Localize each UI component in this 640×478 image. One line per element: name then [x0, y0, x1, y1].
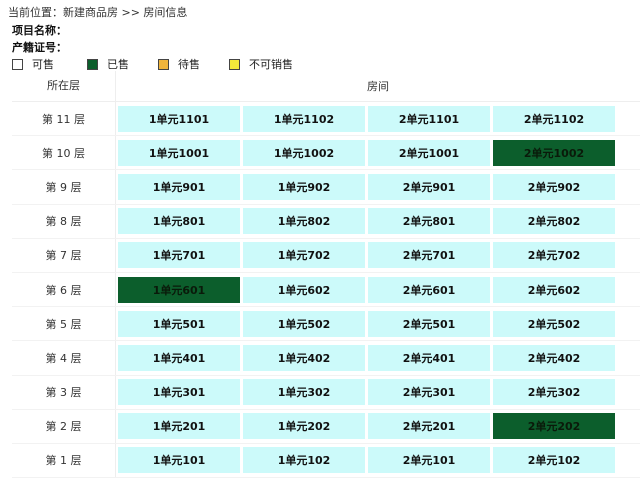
room-cell[interactable]: 2单元702: [493, 242, 615, 269]
room-cell[interactable]: 2单元601: [368, 276, 490, 303]
room-cell[interactable]: 1单元801: [118, 208, 240, 235]
room-cell[interactable]: 1单元502: [243, 310, 365, 337]
floor-label: 第 9 层: [12, 170, 116, 204]
room-cell[interactable]: 1单元301: [118, 379, 240, 406]
room-cell[interactable]: 2单元101: [368, 447, 490, 474]
room-cells: 1单元501 1单元502 2单元501 2单元502: [116, 310, 618, 337]
legend-swatch-pending: [158, 58, 169, 70]
room-cells: 1单元1001 1单元1002 2单元1001 2单元1002: [116, 139, 618, 166]
room-cells: 1单元901 1单元902 2单元901 2单元902: [116, 173, 618, 200]
room-cell[interactable]: 1单元401: [118, 344, 240, 371]
room-cell[interactable]: 2单元1102: [493, 105, 615, 132]
room-cell[interactable]: 2单元302: [493, 379, 615, 406]
floor-row: 第 7 层 1单元701 1单元702 2单元701 2单元702: [12, 238, 640, 273]
room-cell[interactable]: 1单元201: [118, 413, 240, 440]
room-cell[interactable]: 1单元602: [243, 276, 365, 303]
floor-label: 第 4 层: [12, 341, 116, 375]
floor-row: 第 4 层 1单元401 1单元402 2单元401 2单元402: [12, 341, 640, 376]
floor-row: 第 6 层 1单元601 1单元602 2单元601 2单元602: [12, 272, 640, 308]
room-cell[interactable]: 2单元801: [368, 208, 490, 235]
room-cell[interactable]: 1单元702: [243, 242, 365, 269]
room-cell[interactable]: 2单元402: [493, 344, 615, 371]
room-cell[interactable]: 1单元701: [118, 242, 240, 269]
room-cell[interactable]: 1单元901: [118, 173, 240, 200]
floor-row: 第 11 层 1单元1101 1单元1102 2单元1101 2单元1102: [12, 102, 640, 137]
room-cell[interactable]: 1单元501: [118, 310, 240, 337]
legend-label-pending: 待售: [178, 58, 200, 71]
room-cell[interactable]: 1单元202: [243, 413, 365, 440]
floor-label: 第 1 层: [12, 443, 116, 478]
room-cell[interactable]: 2单元1002: [493, 139, 615, 166]
floor-row: 第 1 层 1单元101 1单元102 2单元101 2单元102: [12, 443, 640, 478]
room-cell[interactable]: 2单元1101: [368, 105, 490, 132]
room-cell[interactable]: 1单元102: [243, 447, 365, 474]
room-cell[interactable]: 1单元802: [243, 208, 365, 235]
room-cell[interactable]: 1单元601: [118, 276, 240, 303]
legend-label-unsaleable: 不可销售: [249, 58, 293, 71]
room-cell[interactable]: 2单元501: [368, 310, 490, 337]
room-cell[interactable]: 1单元1002: [243, 139, 365, 166]
floor-label: 第 7 层: [12, 238, 116, 272]
room-cell[interactable]: 2单元202: [493, 413, 615, 440]
status-legend: 可售 已售 待售 不可销售: [12, 56, 293, 72]
room-cells: 1单元601 1单元602 2单元601 2单元602: [116, 276, 618, 303]
breadcrumb: 当前位置：新建商品房 >> 房间信息: [8, 6, 188, 19]
floor-label: 第 3 层: [12, 375, 116, 409]
room-cell[interactable]: 2单元401: [368, 344, 490, 371]
room-cells: 1单元101 1单元102 2单元101 2单元102: [116, 447, 618, 474]
floor-label: 第 5 层: [12, 307, 116, 341]
floor-label: 第 2 层: [12, 409, 116, 443]
floor-label: 第 11 层: [12, 102, 116, 136]
floor-row: 第 8 层 1单元801 1单元802 2单元801 2单元802: [12, 204, 640, 239]
room-cell[interactable]: 1单元1102: [243, 105, 365, 132]
room-cells: 1单元401 1单元402 2单元401 2单元402: [116, 344, 618, 371]
project-name-label: 项目名称：: [12, 24, 67, 37]
floor-row: 第 3 层 1单元301 1单元302 2单元301 2单元302: [12, 375, 640, 410]
legend-swatch-sold: [87, 58, 98, 70]
room-cell[interactable]: 2单元802: [493, 208, 615, 235]
room-cell[interactable]: 1单元101: [118, 447, 240, 474]
room-cell[interactable]: 2单元502: [493, 310, 615, 337]
room-cell[interactable]: 1单元1001: [118, 139, 240, 166]
floor-row: 第 5 层 1单元501 1单元502 2单元501 2单元502: [12, 307, 640, 342]
room-cell[interactable]: 2单元201: [368, 413, 490, 440]
legend-swatch-available: [12, 58, 23, 70]
room-cell[interactable]: 1单元1101: [118, 105, 240, 132]
room-cell[interactable]: 1单元302: [243, 379, 365, 406]
floor-row: 第 2 层 1单元201 1单元202 2单元201 2单元202: [12, 409, 640, 444]
legend-label-available: 可售: [32, 58, 54, 71]
legend-swatch-unsaleable: [229, 58, 240, 70]
room-cell[interactable]: 2单元701: [368, 242, 490, 269]
legend-item-available: 可售: [12, 56, 87, 72]
room-table: 所在层 房间 第 11 层 1单元1101 1单元1102 2单元1101 2单元110…: [12, 71, 640, 478]
room-cells: 1单元201 1单元202 2单元201 2单元202: [116, 413, 618, 440]
floor-label: 第 8 层: [12, 204, 116, 238]
room-cell[interactable]: 2单元102: [493, 447, 615, 474]
legend-item-pending: 待售: [158, 56, 229, 72]
room-cells: 1单元1101 1单元1102 2单元1101 2单元1102: [116, 105, 618, 132]
floor-row: 第 10 层 1单元1001 1单元1002 2单元1001 2单元1002: [12, 136, 640, 171]
room-cell[interactable]: 1单元902: [243, 173, 365, 200]
rooms-column-header: 房间: [367, 80, 389, 93]
room-cells: 1单元701 1单元702 2单元701 2单元702: [116, 242, 618, 269]
room-cell[interactable]: 2单元301: [368, 379, 490, 406]
legend-label-sold: 已售: [107, 58, 129, 71]
floor-column-header: 所在层: [12, 71, 116, 101]
floor-label: 第 10 层: [12, 136, 116, 170]
room-cell[interactable]: 2单元902: [493, 173, 615, 200]
room-cells: 1单元301 1单元302 2单元301 2单元302: [116, 379, 618, 406]
room-cells: 1单元801 1单元802 2单元801 2单元802: [116, 208, 618, 235]
room-cell[interactable]: 2单元602: [493, 276, 615, 303]
room-cell[interactable]: 1单元402: [243, 344, 365, 371]
floor-label: 第 6 层: [12, 272, 116, 307]
legend-item-sold: 已售: [87, 56, 158, 72]
property-cert-label: 产籍证号：: [12, 41, 67, 54]
room-cell[interactable]: 2单元1001: [368, 139, 490, 166]
floor-row: 第 9 层 1单元901 1单元902 2单元901 2单元902: [12, 170, 640, 205]
legend-item-unsaleable: 不可销售: [229, 56, 293, 72]
room-cell[interactable]: 2单元901: [368, 173, 490, 200]
table-header: 所在层 房间: [12, 71, 640, 102]
